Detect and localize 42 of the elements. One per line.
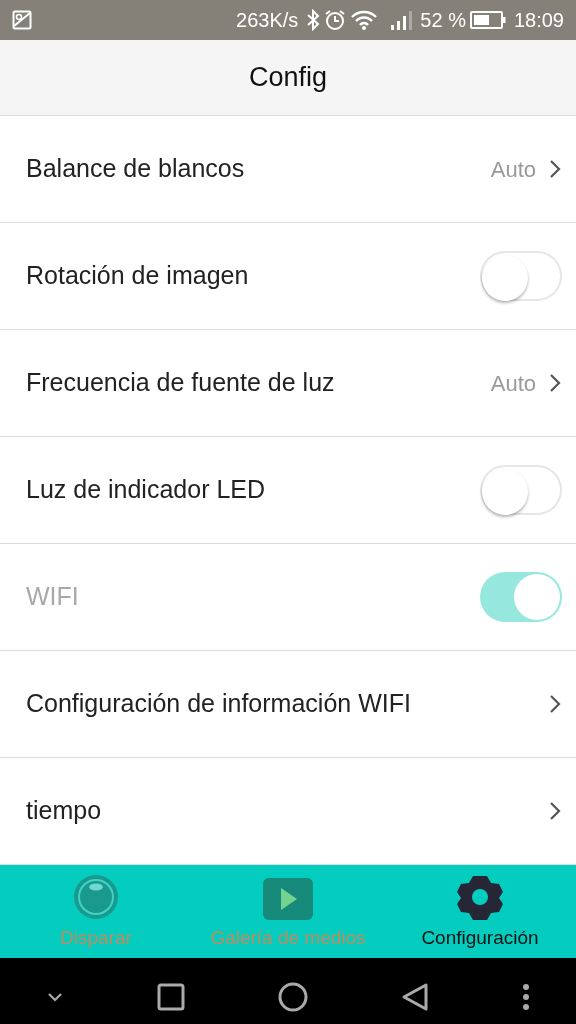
setting-label: WIFI	[26, 581, 80, 613]
image-icon	[12, 10, 32, 30]
setting-label: Configuración de información WIFI	[26, 688, 412, 720]
settings-row[interactable]: Luz de indicador LED	[0, 437, 576, 544]
setting-label: Rotación de imagen	[26, 260, 250, 292]
setting-value: Auto	[490, 155, 536, 184]
chevron-right-icon	[548, 372, 562, 394]
toggle-switch[interactable]	[480, 251, 562, 301]
alarm-icon	[324, 9, 347, 31]
back-icon[interactable]	[400, 981, 429, 1012]
chevron-down-icon[interactable]	[46, 990, 65, 1003]
chevron-right-icon	[548, 800, 562, 822]
home-icon[interactable]	[278, 981, 308, 1012]
network-speed: 263K/s	[236, 8, 299, 33]
bluetooth-icon	[306, 9, 321, 31]
play-icon	[263, 877, 313, 920]
setting-label: Luz de indicador LED	[26, 474, 267, 506]
nav-tab[interactable]: Configuración	[384, 865, 576, 958]
nav-label: Configuración	[421, 925, 539, 950]
toggle-switch[interactable]	[480, 465, 562, 515]
setting-label: tiempo	[26, 795, 103, 827]
nav-label: Galería de medios	[210, 925, 366, 950]
settings-row[interactable]: Frecuencia de fuente de luz Auto	[0, 330, 576, 437]
battery-icon	[469, 10, 506, 30]
setting-value: Auto	[490, 369, 536, 398]
wifi-icon	[350, 9, 379, 31]
lens-icon	[73, 873, 119, 920]
gear-icon	[456, 873, 504, 920]
clock-time: 18:09	[513, 8, 564, 33]
page-title: Config	[248, 61, 327, 95]
settings-row[interactable]: Configuración de información WIFI	[0, 651, 576, 758]
battery-percent: 52 %	[420, 8, 466, 33]
nav-label: Disparar	[60, 925, 132, 950]
square-icon[interactable]	[157, 982, 186, 1011]
setting-label: Frecuencia de fuente de luz	[26, 367, 336, 399]
more-icon[interactable]	[521, 982, 530, 1011]
chevron-right-icon	[548, 158, 562, 180]
signal-icon	[390, 9, 413, 31]
settings-row[interactable]: Balance de blancos Auto	[0, 116, 576, 223]
settings-row[interactable]: Rotación de imagen	[0, 223, 576, 330]
chevron-right-icon	[548, 693, 562, 715]
setting-label: Balance de blancos	[26, 153, 246, 185]
